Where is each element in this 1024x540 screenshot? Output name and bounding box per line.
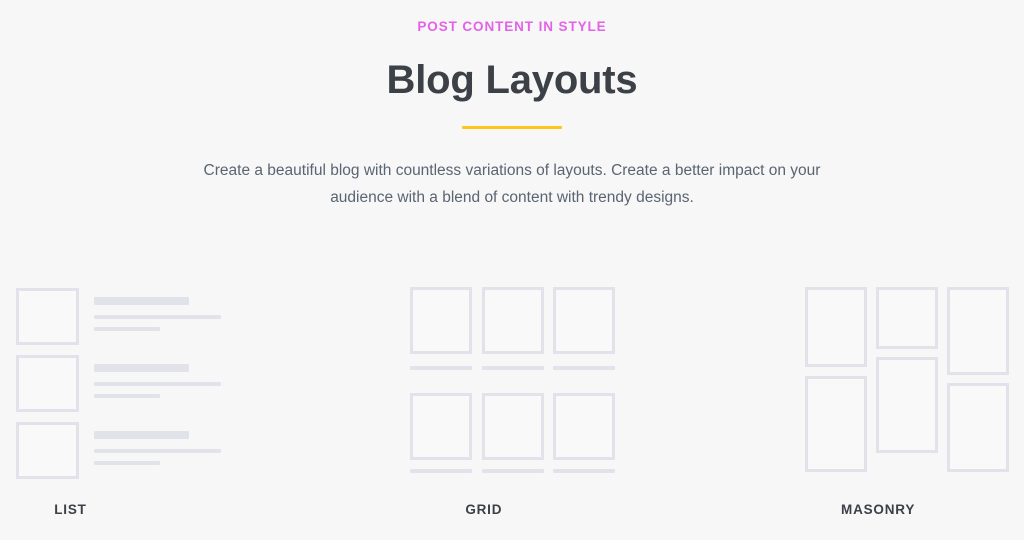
masonry-card: [946, 383, 1009, 472]
list-layout-illustration: [16, 278, 341, 479]
list-title-line: [94, 297, 189, 305]
masonry-card: [946, 287, 1009, 375]
layout-label-masonry: MASONRY: [841, 502, 916, 517]
grid-card: [410, 287, 473, 354]
list-text-line: [94, 461, 160, 465]
masonry-card: [804, 376, 867, 472]
grid-card: [553, 393, 616, 460]
grid-caption-line: [410, 366, 473, 370]
grid-caption-line: [410, 469, 473, 473]
layout-option-grid[interactable]: GRID: [341, 278, 682, 517]
grid-caption-line: [553, 469, 616, 473]
list-title-line: [94, 364, 189, 372]
grid-caption-line: [482, 469, 545, 473]
blog-layouts-section: POST CONTENT IN STYLE Blog Layouts Creat…: [0, 0, 1024, 540]
list-text-line: [94, 315, 221, 319]
list-text-line: [94, 327, 160, 331]
masonry-card: [875, 357, 938, 453]
layout-previews: LIST GRID MASONRY: [0, 278, 1024, 517]
list-title-line: [94, 431, 189, 439]
grid-card: [482, 393, 545, 460]
list-thumbnail: [16, 355, 79, 412]
page-title: Blog Layouts: [386, 58, 638, 102]
layout-label-grid: GRID: [465, 502, 503, 517]
list-text-line: [94, 394, 160, 398]
list-text-line: [94, 449, 221, 453]
list-text-line: [94, 382, 221, 386]
layout-option-list[interactable]: LIST: [0, 278, 341, 517]
grid-caption-line: [553, 366, 616, 370]
masonry-card: [804, 287, 867, 367]
title-divider: [462, 126, 562, 129]
grid-card: [410, 393, 473, 460]
section-eyebrow: POST CONTENT IN STYLE: [417, 19, 607, 34]
section-header: POST CONTENT IN STYLE Blog Layouts Creat…: [0, 0, 1024, 211]
masonry-card: [875, 287, 938, 349]
section-description: Create a beautiful blog with countless v…: [203, 162, 821, 206]
grid-card: [553, 287, 616, 354]
grid-caption-line: [482, 366, 545, 370]
layout-option-masonry[interactable]: MASONRY: [683, 278, 1024, 517]
title-divider-wrap: [0, 126, 1024, 130]
list-thumbnail: [16, 288, 79, 345]
masonry-layout-illustration: [804, 278, 1024, 478]
list-thumbnail: [16, 422, 79, 479]
grid-card: [482, 287, 545, 354]
layout-label-list: LIST: [54, 502, 87, 517]
grid-layout-illustration: [410, 278, 682, 478]
